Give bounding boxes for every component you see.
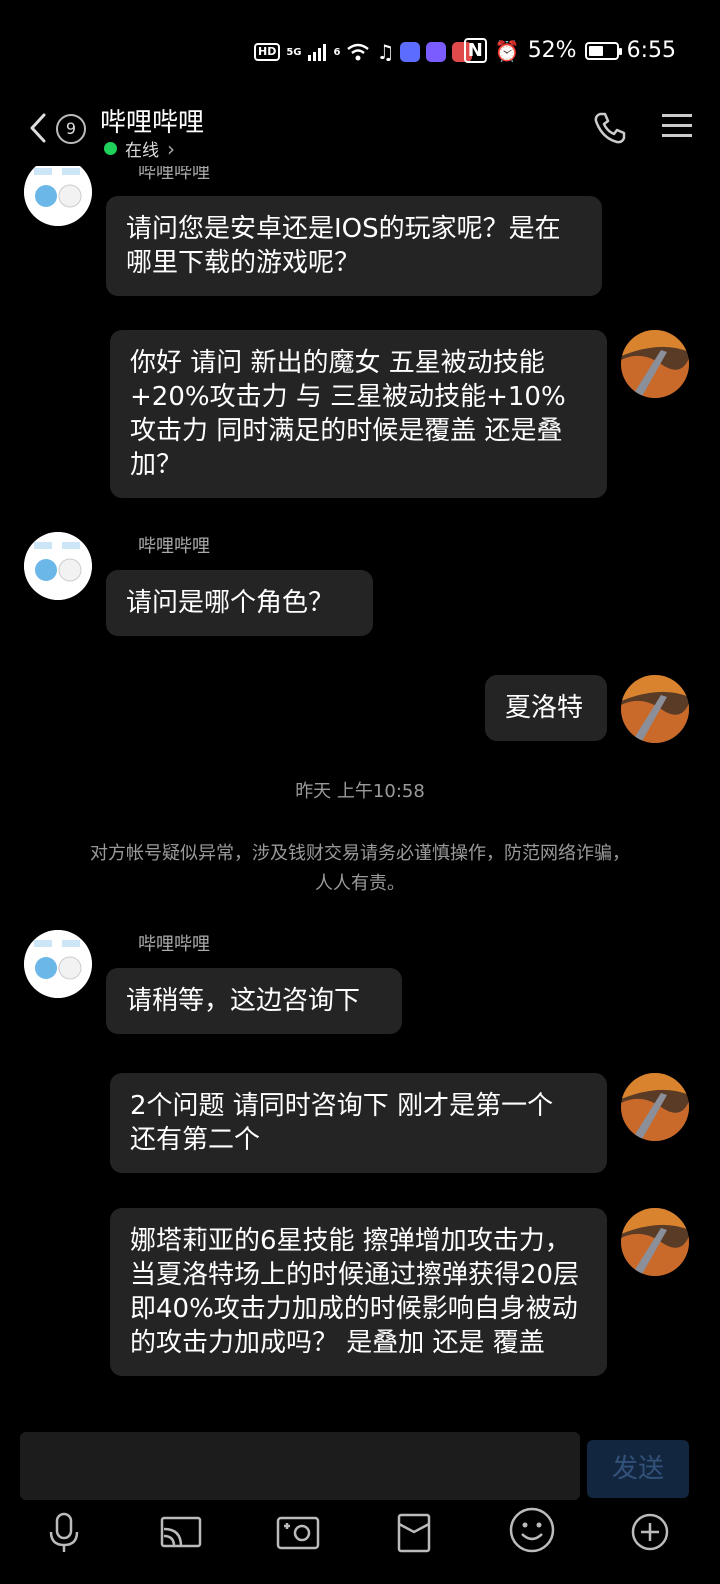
- security-warning-line1: 对方帐号疑似异常，涉及钱财交易请务必谨慎操作，防范网络诈骗，: [90, 843, 630, 864]
- battery-icon: [584, 41, 622, 60]
- message-input[interactable]: [20, 1432, 580, 1500]
- plus-icon[interactable]: [630, 1512, 670, 1552]
- avatar[interactable]: [621, 1073, 689, 1141]
- message-bubble[interactable]: 请问您是安卓还是IOS的玩家呢？是在哪里下载的游戏呢？: [106, 196, 602, 296]
- user-avatar-icon: [621, 675, 689, 743]
- nfc-icon: N: [463, 38, 487, 63]
- status-icons-right: N ⏰ 52% 6:55: [463, 38, 676, 63]
- app-icon-music: [400, 42, 421, 62]
- music-note-icon: ♫: [376, 40, 395, 64]
- online-dot-icon: [104, 142, 117, 155]
- user-avatar-icon: [621, 330, 689, 398]
- battery-percent: 52%: [527, 38, 577, 63]
- microphone-icon[interactable]: [48, 1512, 80, 1554]
- camera-icon[interactable]: [276, 1512, 320, 1552]
- avatar[interactable]: [24, 930, 92, 998]
- message-bubble[interactable]: 你好 请问 新出的魔女 五星被动技能+20%攻击力 与 三星被动技能+10%攻击…: [110, 330, 607, 498]
- avatar[interactable]: [24, 532, 92, 600]
- status-time: 6:55: [626, 38, 676, 63]
- wifi-icon: [347, 43, 370, 61]
- bilibili-mascot-avatar-icon: [24, 930, 92, 998]
- avatar[interactable]: [621, 675, 689, 743]
- chevron-right-icon: ›: [167, 136, 175, 161]
- signal-icon: [307, 44, 326, 61]
- battery-level-fill: [588, 45, 603, 56]
- unread-count-badge[interactable]: 9: [56, 114, 86, 144]
- presence-label: 在线: [125, 141, 159, 161]
- send-button[interactable]: 发送: [587, 1440, 689, 1498]
- hd-badge: HD: [254, 43, 281, 61]
- emoji-icon[interactable]: [508, 1506, 556, 1554]
- message-bubble[interactable]: 请稍等，这边咨询下: [106, 968, 402, 1034]
- bilibili-mascot-avatar-icon: [24, 532, 92, 600]
- status-bar: HD 5G 6 ♫ N ⏰ 52% 6:55: [0, 0, 720, 100]
- timestamp-divider: 昨天 上午10:58: [295, 781, 425, 802]
- message-bubble[interactable]: 娜塔莉亚的6星技能 擦弹增加攻击力，当夏洛特场上的时候通过擦弹获得20层 即40…: [110, 1208, 607, 1376]
- security-warning-line2: 人人有责。: [315, 873, 405, 894]
- avatar[interactable]: [621, 1208, 689, 1276]
- user-avatar-icon: [621, 1073, 689, 1141]
- presence-status[interactable]: 在线 ›: [104, 136, 175, 161]
- red-packet-icon[interactable]: [396, 1512, 432, 1554]
- avatar[interactable]: [621, 330, 689, 398]
- composer-toolbar: [0, 1504, 720, 1564]
- user-avatar-icon: [621, 1208, 689, 1276]
- back-arrow-icon[interactable]: [28, 112, 48, 144]
- screen-cast-icon[interactable]: [160, 1512, 202, 1552]
- phone-call-icon[interactable]: [592, 110, 628, 146]
- alarm-icon: ⏰: [494, 38, 520, 63]
- network-5g-label: 5G: [286, 46, 302, 58]
- wifi-6-label: 6: [333, 46, 341, 58]
- sender-name: 哔哩哔哩: [138, 166, 210, 183]
- sender-name: 哔哩哔哩: [138, 934, 210, 955]
- bilibili-mascot-avatar-icon: [24, 166, 92, 226]
- chat-message-list[interactable]: 哔哩哔哩 请问您是安卓还是IOS的玩家呢？是在哪里下载的游戏呢？ 你好 请问 新…: [0, 166, 720, 1428]
- chat-header: 9 哔哩哔哩 在线 ›: [0, 100, 720, 166]
- contact-name[interactable]: 哔哩哔哩: [100, 102, 204, 139]
- menu-icon[interactable]: [662, 112, 692, 140]
- app-icon-tieba: [426, 42, 447, 62]
- sender-name: 哔哩哔哩: [138, 536, 210, 557]
- message-bubble[interactable]: 请问是哪个角色？: [106, 570, 373, 636]
- message-bubble[interactable]: 2个问题 请同时咨询下 刚才是第一个 还有第二个: [110, 1073, 607, 1173]
- avatar[interactable]: [24, 166, 92, 226]
- status-icons-left: HD 5G 6 ♫: [254, 40, 473, 64]
- message-bubble[interactable]: 夏洛特: [485, 675, 607, 741]
